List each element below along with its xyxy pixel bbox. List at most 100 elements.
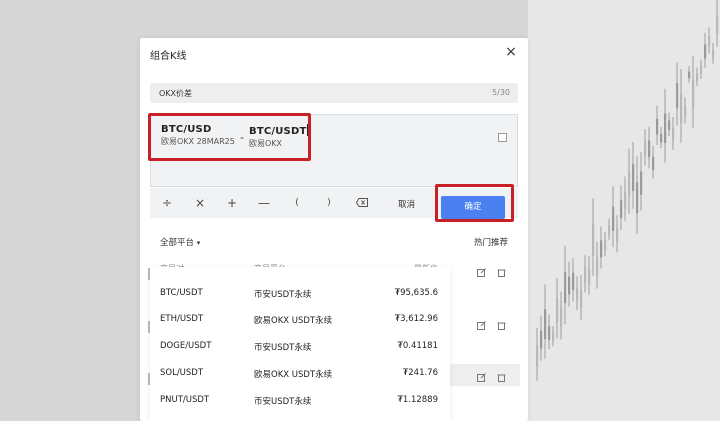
minus-button[interactable]: — (257, 194, 271, 212)
candle-body (676, 83, 679, 109)
candle-body (672, 127, 675, 142)
dialog-title: 组合K线 (150, 51, 187, 62)
edit-icon[interactable] (477, 321, 486, 330)
row-pair: DOGE/USDT (160, 341, 212, 351)
candle-body (688, 71, 691, 79)
candle-body (704, 44, 707, 59)
trash-icon[interactable] (497, 321, 506, 330)
row-platform: 币安USDT永续 (254, 290, 312, 300)
candle-body (576, 287, 579, 302)
candle-body (692, 79, 695, 109)
candle-body (556, 298, 559, 323)
candle-body (684, 105, 687, 117)
candle-body (588, 269, 591, 285)
candle-body (552, 332, 555, 341)
candle-body (712, 49, 715, 59)
candle-body (584, 267, 587, 283)
candle-body (616, 227, 619, 243)
operand-a-symbol: BTC/USD (161, 124, 212, 135)
candle-body (592, 224, 595, 256)
formula-operator: - (240, 131, 244, 144)
open-paren-button[interactable]: ( (291, 194, 303, 212)
candle-body (544, 309, 547, 339)
edit-icon[interactable] (477, 373, 486, 382)
candle-body (652, 156, 655, 170)
candle-body (644, 141, 647, 156)
close-paren-button[interactable]: ) (323, 194, 335, 212)
candle-body (636, 182, 639, 214)
formula-editor[interactable]: BTC/USD 欧易OKX 28MAR25 - BTC/USDT 欧易OKX (150, 114, 518, 187)
candle-body (580, 290, 583, 309)
row-pair: PNUT/USDT (160, 395, 210, 405)
candle-body (560, 307, 563, 327)
trash-icon[interactable] (497, 268, 506, 277)
candle-body (632, 164, 635, 191)
candle-body (664, 113, 667, 144)
row-price: ₮0.41181 (397, 341, 438, 351)
hot-recommend-tab[interactable]: 热门推荐 (474, 236, 508, 248)
candle-body (604, 240, 607, 250)
row-actions (477, 373, 517, 385)
operand-b-symbol: BTC/USDT (249, 126, 307, 137)
candle-body (612, 206, 615, 231)
row-platform: 欧易OKX USDT永续 (254, 370, 333, 380)
candle-body (656, 118, 659, 135)
candle-body (700, 66, 703, 74)
candle-body (708, 36, 711, 47)
candle-body (668, 120, 671, 130)
table-row[interactable]: DOGE/USDT 币安USDT永续 ₮0.41181 (160, 341, 438, 355)
formula-operand-a[interactable]: BTC/USD 欧易OKX 28MAR25 (161, 124, 235, 147)
row-platform: 币安USDT永续 (254, 343, 312, 353)
row-price: ₮1.12889 (397, 395, 438, 405)
pair-dropdown: BTC/USDT 币安USDT永续 ₮95,635.6 ETH/USDT 欧易O… (150, 267, 450, 421)
candle-body (660, 134, 663, 143)
candle-body (572, 272, 575, 291)
table-row[interactable]: ETH/USDT 欧易OKX USDT永续 ₮3,612.96 (160, 314, 438, 328)
row-platform: 欧易OKX USDT永续 (254, 316, 333, 326)
row-pair: ETH/USDT (160, 314, 204, 324)
candle-body (648, 140, 651, 158)
table-row[interactable]: PNUT/USDT 币安USDT永续 ₮1.12889 (160, 395, 438, 409)
divide-button[interactable]: ÷ (160, 194, 174, 212)
candle-body (548, 326, 551, 340)
row-actions (477, 268, 517, 280)
candle-body (596, 257, 599, 277)
candle-body (628, 170, 631, 197)
candle-body (564, 271, 567, 304)
text-caret (307, 124, 309, 136)
candle-body (696, 73, 699, 81)
candle-body (640, 171, 643, 195)
row-price: ₮95,635.6 (394, 288, 438, 298)
candle-body (600, 240, 603, 258)
operand-b-exchange: 欧易OKX (249, 139, 283, 148)
candle-body (568, 276, 571, 295)
chevron-down-icon: ▾ (196, 239, 201, 247)
cancel-button[interactable]: 取消 (398, 198, 415, 210)
row-platform: 币安USDT永续 (254, 397, 312, 407)
trash-icon[interactable] (497, 373, 506, 382)
candle-body (608, 225, 611, 235)
edit-icon[interactable] (477, 268, 486, 277)
backspace-icon[interactable] (356, 198, 368, 207)
table-row[interactable]: BTC/USDT 币安USDT永续 ₮95,635.6 (160, 288, 438, 302)
multiply-button[interactable]: × (193, 194, 207, 212)
platform-filter[interactable]: 全部平台 ▾ (160, 238, 200, 248)
operand-a-exchange: 欧易OKX 28MAR25 (161, 137, 235, 146)
filter-row: 全部平台 ▾ 热门推荐 (160, 236, 508, 250)
close-icon: × (505, 44, 517, 60)
name-field-value: OKX价差 (159, 89, 193, 98)
plus-button[interactable]: + (225, 194, 239, 212)
row-price: ₮3,612.96 (394, 314, 438, 324)
name-field[interactable]: OKX价差 5/30 (150, 83, 518, 103)
table-row[interactable]: SOL/USDT 欧易OKX USDT永续 ₮241.76 (160, 368, 438, 382)
candle-body (620, 200, 623, 219)
name-char-counter: 5/30 (492, 88, 510, 97)
candle-body (624, 191, 627, 210)
close-button[interactable]: × (504, 45, 518, 59)
confirm-button[interactable]: 确定 (441, 196, 505, 219)
formula-checkbox[interactable] (498, 133, 507, 142)
candle-body (680, 93, 683, 124)
formula-operand-b[interactable]: BTC/USDT 欧易OKX (249, 124, 309, 149)
candle-body (536, 345, 539, 367)
candle-body (540, 330, 543, 349)
